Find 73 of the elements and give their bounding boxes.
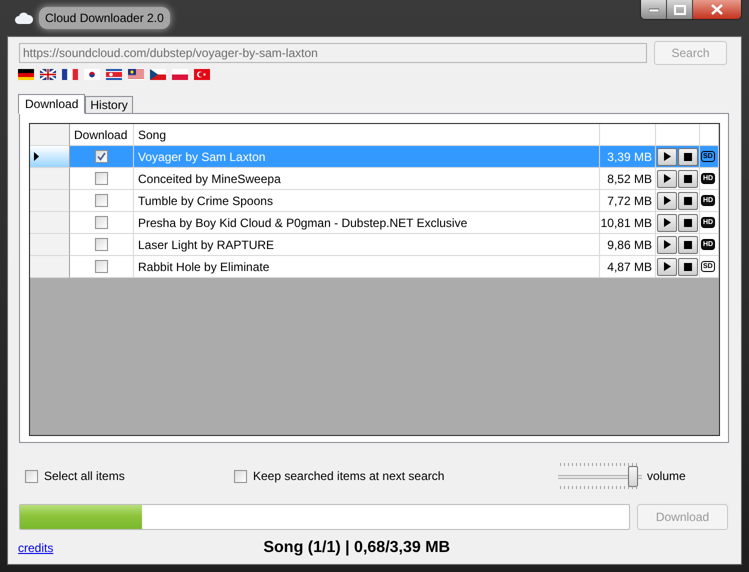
volume-label: volume — [647, 468, 686, 485]
play-button[interactable] — [657, 214, 677, 232]
checkbox[interactable] — [234, 470, 247, 482]
checkbox[interactable] — [95, 260, 108, 273]
stop-icon — [684, 240, 692, 248]
size-cell: 9,86 MB — [600, 234, 656, 256]
column-header: Song — [134, 124, 600, 146]
stop-icon — [684, 196, 692, 204]
flag-icon[interactable] — [62, 69, 78, 80]
song-cell: Laser Light by RAPTURE — [134, 234, 600, 256]
song-cell: Presha by Boy Kid Cloud & P0gman - Dubstep.NET Exclusive — [134, 212, 600, 234]
minimize-button[interactable] — [641, 0, 667, 19]
stop-button[interactable] — [678, 258, 698, 276]
close-button[interactable] — [693, 0, 741, 19]
play-icon — [664, 262, 670, 271]
play-icon — [664, 240, 670, 249]
cloud-icon — [15, 12, 33, 24]
stop-button[interactable] — [678, 236, 698, 254]
stop-button[interactable] — [678, 192, 698, 210]
credits-link[interactable]: credits — [18, 539, 54, 557]
checkbox[interactable] — [95, 172, 108, 185]
checkbox[interactable] — [95, 216, 108, 229]
play-button[interactable] — [657, 170, 677, 188]
play-icon — [664, 174, 670, 183]
flag-icon[interactable] — [84, 69, 100, 80]
row-header[interactable] — [30, 146, 70, 168]
stop-icon — [684, 218, 692, 226]
stop-icon — [684, 262, 692, 270]
size-cell: 10,81 MB — [600, 212, 656, 234]
close-icon — [711, 4, 723, 15]
size-cell: 7,72 MB — [600, 190, 656, 212]
play-icon — [664, 152, 670, 161]
checkbox[interactable] — [95, 238, 108, 251]
row-pointer-icon — [34, 152, 39, 161]
tab[interactable]: History — [85, 96, 133, 114]
column-header: Download — [70, 124, 134, 146]
tab[interactable]: Download — [18, 94, 86, 114]
song-cell: Tumble by Crime Spoons — [134, 190, 600, 212]
stop-button[interactable] — [678, 170, 698, 188]
song-cell: Voyager by Sam Laxton — [134, 146, 600, 168]
slider-thumb[interactable] — [628, 466, 638, 487]
checkbox-label: Keep searched items at next search — [253, 468, 444, 485]
header-cell — [600, 124, 656, 146]
flag-icon[interactable] — [106, 69, 122, 80]
window-title: Cloud Downloader 2.0 — [39, 7, 170, 29]
song-cell: Conceited by MineSweepa — [134, 168, 600, 190]
url-field[interactable]: https://soundcloud.com/dubstep/voyager-by-sam-laxton — [19, 43, 647, 63]
flag-icon[interactable] — [18, 69, 34, 80]
minimize-icon — [648, 8, 658, 12]
stop-button[interactable] — [678, 148, 698, 166]
stop-button[interactable] — [678, 214, 698, 232]
play-button[interactable] — [657, 236, 677, 254]
play-button[interactable] — [657, 192, 677, 210]
size-cell: 3,39 MB — [600, 146, 656, 168]
size-cell: 8,52 MB — [600, 168, 656, 190]
checkbox-label: Select all items — [44, 468, 125, 485]
play-button[interactable] — [657, 148, 677, 166]
checkbox[interactable] — [25, 470, 38, 482]
stop-icon — [684, 174, 692, 182]
play-icon — [664, 218, 670, 227]
flag-icon[interactable] — [150, 69, 166, 80]
checkbox[interactable] — [95, 194, 108, 207]
play-icon — [664, 196, 670, 205]
flag-icon[interactable] — [40, 69, 56, 80]
flag-icon[interactable] — [128, 69, 144, 80]
song-cell: Rabbit Hole by Eliminate — [134, 256, 600, 278]
checkbox[interactable] — [95, 150, 108, 163]
maximize-icon — [674, 4, 686, 14]
status-text: Song (1/1) | 0,68/3,39 MB — [263, 538, 450, 558]
play-button[interactable] — [657, 258, 677, 276]
size-cell: 4,87 MB — [600, 256, 656, 278]
maximize-button[interactable] — [667, 0, 693, 19]
stop-icon — [684, 152, 692, 160]
